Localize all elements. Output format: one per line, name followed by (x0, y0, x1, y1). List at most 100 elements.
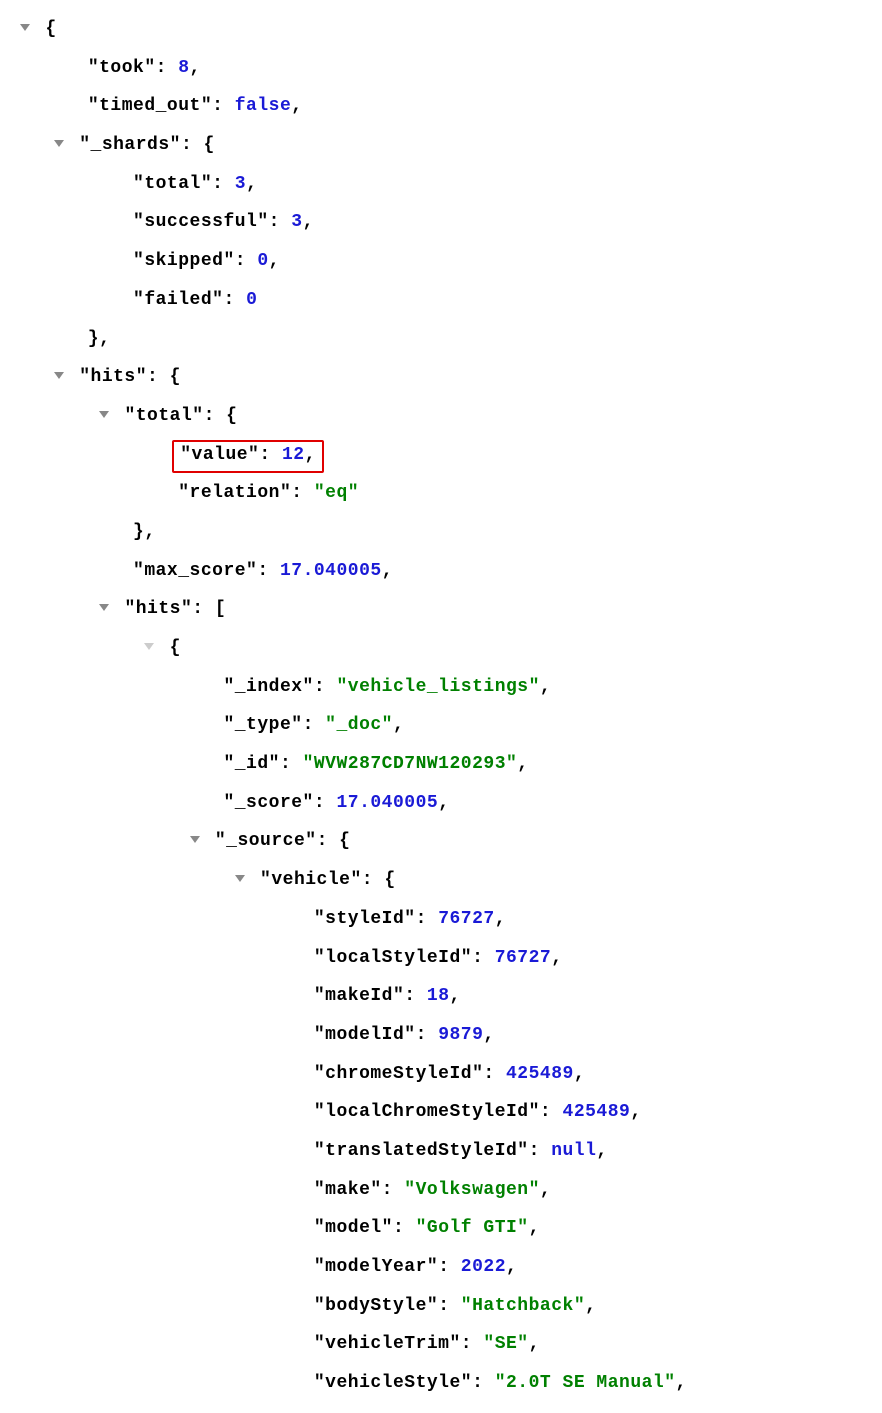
collapse-caret-icon[interactable] (144, 643, 154, 650)
json-key: "localStyleId" (314, 948, 472, 968)
json-null: null (551, 1141, 596, 1161)
collapse-caret-icon[interactable] (54, 372, 64, 379)
json-key: "max_score" (133, 561, 257, 581)
collapse-caret-icon[interactable] (99, 411, 109, 418)
json-number: 17.040005 (336, 793, 438, 813)
json-key: "modelYear" (314, 1257, 438, 1277)
json-line: "_shards": { (20, 126, 862, 165)
json-key: "chromeStyleId" (314, 1064, 484, 1084)
collapse-caret-icon[interactable] (20, 24, 30, 31)
brace-open: { (45, 19, 56, 39)
json-line: "hits": [ (20, 590, 862, 629)
json-tree: { "took": 8, "timed_out": false, "_shard… (20, 10, 862, 1403)
collapse-caret-icon[interactable] (235, 875, 245, 882)
json-string: "SE" (483, 1334, 528, 1354)
json-line: "value": 12, (20, 436, 862, 475)
json-line: "chromeStyleId": 425489, (20, 1055, 862, 1094)
json-number: 0 (246, 290, 257, 310)
json-line: }, (20, 513, 862, 552)
json-line: "total": 3, (20, 165, 862, 204)
json-line: "skipped": 0, (20, 242, 862, 281)
json-number: 425489 (506, 1064, 574, 1084)
json-key: "successful" (133, 212, 269, 232)
json-key: "translatedStyleId" (314, 1141, 529, 1161)
json-key: "vehicleTrim" (314, 1334, 461, 1354)
json-line: "max_score": 17.040005, (20, 552, 862, 591)
json-key: "took" (88, 58, 156, 78)
json-line: }, (20, 320, 862, 359)
json-key: "hits" (124, 599, 192, 619)
json-line: "_source": { (20, 822, 862, 861)
json-line: "hits": { (20, 358, 862, 397)
json-line: "modelYear": 2022, (20, 1248, 862, 1287)
json-key: "makeId" (314, 986, 404, 1006)
json-line: "_index": "vehicle_listings", (20, 668, 862, 707)
json-key: "_index" (223, 677, 313, 697)
json-number: 12 (282, 445, 305, 465)
json-line: "took": 8, (20, 49, 862, 88)
json-line: "makeId": 18, (20, 977, 862, 1016)
json-line: "vehicleTrim": "SE", (20, 1325, 862, 1364)
json-key: "model" (314, 1218, 393, 1238)
json-line: "bodyStyle": "Hatchback", (20, 1287, 862, 1326)
json-number: 76727 (495, 948, 552, 968)
json-number: 0 (257, 251, 268, 271)
json-key: "localChromeStyleId" (314, 1102, 540, 1122)
json-key: "_shards" (79, 135, 181, 155)
brace-open: { (204, 135, 215, 155)
json-line: "localStyleId": 76727, (20, 939, 862, 978)
brace-open: { (170, 367, 181, 387)
collapse-caret-icon[interactable] (54, 140, 64, 147)
json-line: "model": "Golf GTI", (20, 1209, 862, 1248)
json-string: "WVW287CD7NW120293" (303, 754, 518, 774)
json-line: "_id": "WVW287CD7NW120293", (20, 745, 862, 784)
brace-close: }, (133, 522, 156, 542)
json-key: "make" (314, 1180, 382, 1200)
json-key: "bodyStyle" (314, 1296, 438, 1316)
json-key: "value" (180, 445, 259, 465)
json-key: "vehicle" (260, 870, 362, 890)
brace-close: }, (88, 329, 111, 349)
json-string: "2.0T SE Manual" (495, 1373, 676, 1393)
json-number: 425489 (563, 1102, 631, 1122)
json-key: "skipped" (133, 251, 235, 271)
json-key: "_score" (223, 793, 313, 813)
json-string: "Hatchback" (461, 1296, 585, 1316)
json-string: "Volkswagen" (404, 1180, 540, 1200)
json-line: "vehicle": { (20, 861, 862, 900)
collapse-caret-icon[interactable] (190, 836, 200, 843)
brace-open: { (170, 638, 181, 658)
json-number: 2022 (461, 1257, 506, 1277)
bracket-open: [ (215, 599, 226, 619)
json-line: "styleId": 76727, (20, 900, 862, 939)
json-key: "_type" (223, 715, 302, 735)
json-line: "failed": 0 (20, 281, 862, 320)
json-key: "_id" (223, 754, 280, 774)
json-line: "_score": 17.040005, (20, 784, 862, 823)
json-number: 17.040005 (280, 561, 382, 581)
json-string: "_doc" (325, 715, 393, 735)
json-key: "vehicleStyle" (314, 1373, 472, 1393)
json-line: "vehicleStyle": "2.0T SE Manual", (20, 1364, 862, 1403)
brace-open: { (384, 870, 395, 890)
json-line: "timed_out": false, (20, 87, 862, 126)
json-number: 18 (427, 986, 450, 1006)
json-line: "_type": "_doc", (20, 706, 862, 745)
json-key: "total" (133, 174, 212, 194)
collapse-caret-icon[interactable] (99, 604, 109, 611)
json-line: "make": "Volkswagen", (20, 1171, 862, 1210)
json-line: { (20, 10, 862, 49)
json-number: 9879 (438, 1025, 483, 1045)
highlight-box: "value": 12, (172, 440, 324, 473)
json-key: "timed_out" (88, 96, 212, 116)
json-string: "eq" (314, 483, 359, 503)
json-line: "total": { (20, 397, 862, 436)
json-line: "successful": 3, (20, 203, 862, 242)
json-line: "relation": "eq" (20, 474, 862, 513)
json-line: { (20, 629, 862, 668)
json-number: 8 (178, 58, 189, 78)
brace-open: { (226, 406, 237, 426)
json-key: "modelId" (314, 1025, 416, 1045)
json-key: "total" (124, 406, 203, 426)
json-string: "vehicle_listings" (336, 677, 539, 697)
